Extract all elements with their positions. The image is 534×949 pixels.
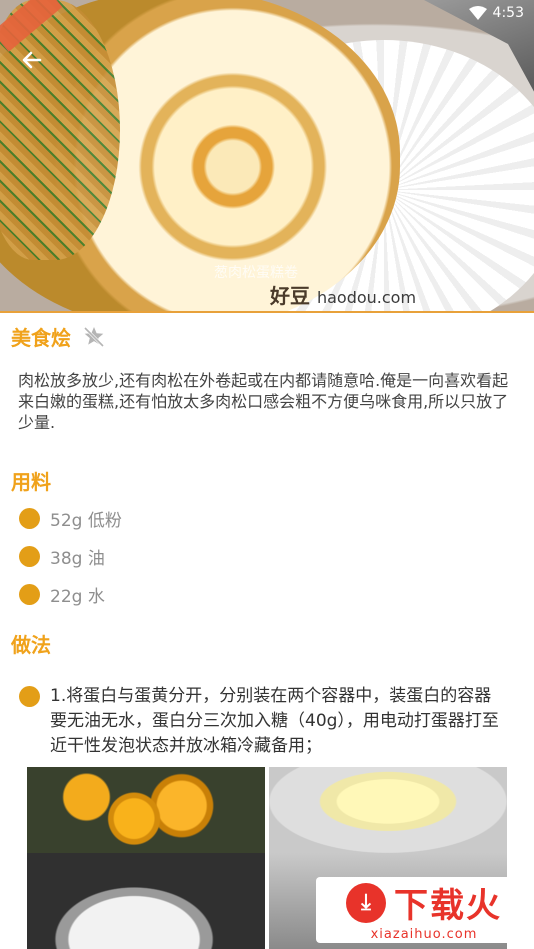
status-bar: 4:53 (468, 5, 524, 21)
hero-caption: 葱肉松蛋糕卷 (214, 265, 298, 281)
logo-url: xiazaihuo.com (370, 927, 478, 942)
download-site-logo: ⤓ 下载火 xiazaihuo.com (316, 877, 532, 943)
bullet-dot (19, 584, 40, 605)
ingredient-item: 52g 低粉 (19, 506, 122, 531)
method-heading: 做法 (11, 633, 51, 657)
hero-watermark: 好豆 haodou.com (270, 280, 416, 309)
ingredient-item: 22g 水 (19, 582, 105, 607)
back-arrow-icon[interactable] (18, 46, 46, 74)
bullet-dot (19, 686, 40, 707)
logo-text: 下载火 (394, 886, 502, 926)
watermark-brand: 好豆 (270, 284, 310, 308)
ingredient-text: 52g 低粉 (50, 511, 122, 531)
wifi-icon (468, 6, 487, 20)
recipe-description: 肉松放多放少,还有肉松在外卷起或在内都请随意哈.俺是一向喜欢看起来白嫩的蛋糕,还… (18, 371, 509, 432)
step-photo-yolks (27, 767, 265, 853)
step-photo-whites (269, 767, 507, 853)
bullet-dot (19, 508, 40, 529)
favorite-off-icon[interactable] (81, 324, 107, 350)
ingredient-text: 38g 油 (50, 549, 105, 569)
hero-image: 葱肉松蛋糕卷 好豆 haodou.com (0, 0, 534, 313)
recipe-title-row: 美食烩 (11, 322, 107, 351)
status-time: 4:53 (492, 5, 524, 21)
ingredients-heading: 用料 (11, 470, 51, 494)
step-item: 1.将蛋白与蛋黄分开，分别装在两个容器中，装蛋白的容器要无油无水，蛋白分三次加入… (19, 684, 509, 759)
download-icon: ⤓ (346, 882, 386, 923)
ingredient-text: 22g 水 (50, 587, 105, 607)
watermark-domain: haodou.com (316, 288, 417, 307)
ingredient-item: 38g 油 (19, 544, 105, 569)
bullet-dot (19, 546, 40, 567)
step-text: 1.将蛋白与蛋黄分开，分别装在两个容器中，装蛋白的容器要无油无水，蛋白分三次加入… (50, 686, 499, 756)
step-photo-bowl (27, 853, 265, 949)
recipe-title: 美食烩 (11, 326, 71, 350)
